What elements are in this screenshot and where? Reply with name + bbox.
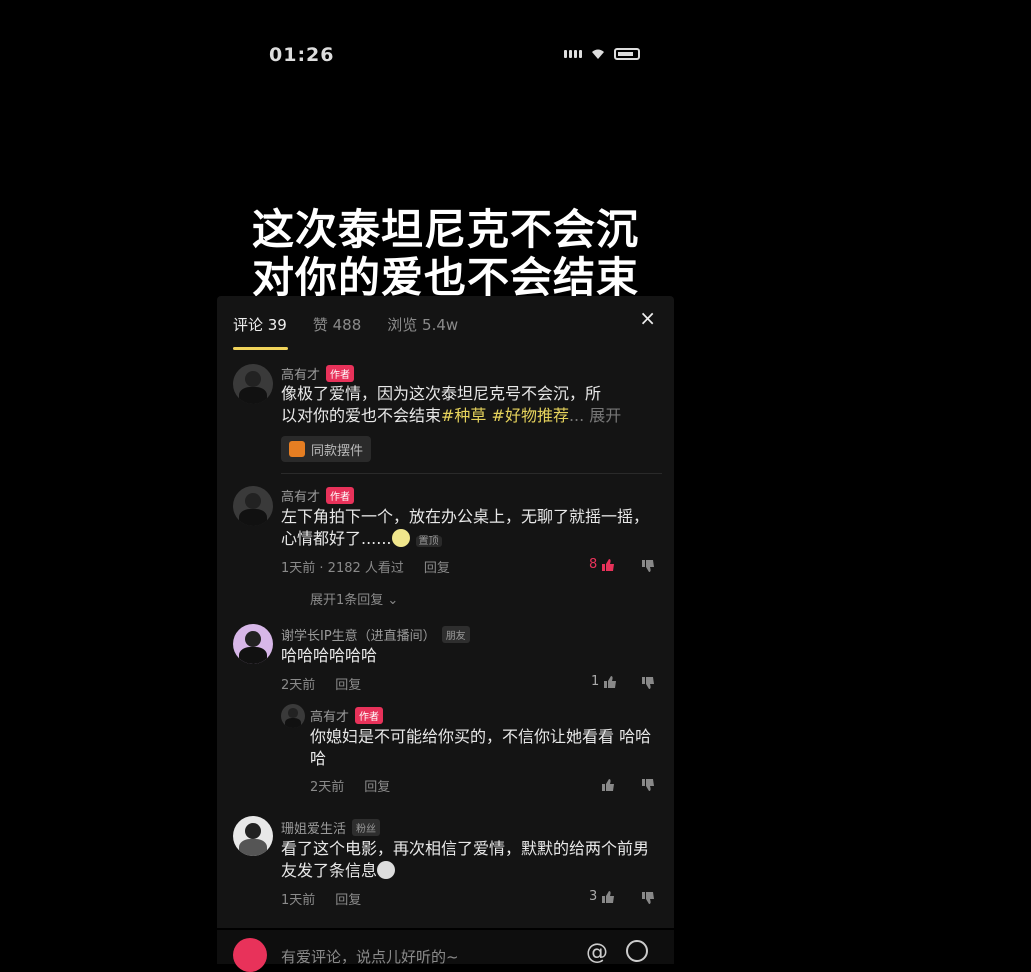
like-count: 3 — [589, 889, 598, 904]
author-name[interactable]: 珊姐爱生活 — [281, 822, 346, 837]
comment-time: 1天前 · 2182 人看过 — [281, 561, 404, 576]
avatar[interactable] — [233, 624, 273, 664]
like-count: 1 — [591, 674, 600, 689]
like-button[interactable]: 8 — [589, 557, 615, 572]
comment-author[interactable]: 珊姐爱生活 粉丝 — [281, 818, 381, 837]
avatar[interactable] — [233, 486, 273, 526]
active-tab-indicator — [233, 347, 288, 350]
battery-icon — [614, 48, 640, 60]
expand-link[interactable]: ... 展开 — [569, 406, 621, 425]
status-time: 01:26 — [269, 44, 335, 66]
video-comment-button[interactable] — [233, 938, 267, 972]
comment-meta: 1天前 回复 — [281, 889, 361, 908]
author-badge: 粉丝 — [352, 819, 381, 836]
product-chip-label: 同款摆件 — [311, 443, 364, 459]
reply-button[interactable]: 回复 — [335, 893, 361, 908]
pinned-tag: 置顶 — [415, 536, 442, 547]
thumbs-down-icon[interactable] — [641, 891, 655, 905]
avatar[interactable] — [233, 364, 273, 404]
author-badge: 作者 — [355, 707, 384, 724]
comment-line: 你媳妇是不可能给你买的，不信你让她看看 哈哈 — [310, 727, 652, 746]
comment-line: 像极了爱情，因为这次泰坦尼克号不会沉，所 — [281, 384, 602, 403]
thumbs-down-icon[interactable] — [641, 559, 655, 573]
author-badge: 朋友 — [441, 626, 470, 643]
emoji-icon[interactable] — [626, 940, 648, 962]
comment-line: 看了这个电影，再次相信了爱情，默默的给两个前男 — [281, 839, 650, 858]
divider — [281, 473, 662, 474]
like-count: 8 — [589, 557, 598, 572]
comment-time: 1天前 — [281, 893, 316, 908]
wifi-icon — [592, 49, 604, 59]
comment-meta: 1天前 · 2182 人看过 回复 — [281, 557, 450, 576]
comment-tabs: 评论 39 赞 488 浏览 5.4w — [233, 314, 458, 335]
comment-author[interactable]: 谢学长IP生意（进直播间） 朋友 — [281, 625, 470, 644]
comment-line: 以对你的爱也不会结束#种草 #好物推荐... 展开 — [281, 405, 621, 427]
thumbs-up-icon — [602, 558, 615, 571]
phone-screen: 01:26 这次泰坦尼克不会沉 对你的爱也不会结束 评论 39 赞 488 浏览… — [217, 0, 674, 972]
comment-line-text: 友发了条信息 — [281, 861, 378, 880]
expand-replies-label: 展开1条回复 — [310, 593, 384, 608]
product-chip[interactable]: 同款摆件 — [281, 436, 372, 462]
cat-emoji-icon — [377, 861, 396, 879]
thumbs-up-icon[interactable] — [601, 778, 615, 792]
comment-text: 看了这个电影，再次相信了爱情，默默的给两个前男 友发了条信息 — [281, 838, 649, 882]
comment-line-text: 以对你的爱也不会结束 — [281, 406, 442, 425]
comment-line: 友发了条信息 — [281, 860, 649, 882]
close-icon[interactable]: × — [639, 306, 656, 330]
avatar[interactable] — [233, 816, 273, 856]
thumbs-up-icon — [602, 890, 615, 903]
comment-meta: 2天前 回复 — [281, 674, 361, 693]
video-caption-line2: 对你的爱也不会结束 — [251, 253, 639, 302]
author-name[interactable]: 高有才 — [281, 490, 320, 505]
comment-input-bar: 有爱评论，说点儿好听的~ @ — [217, 930, 674, 972]
thumbs-down-icon[interactable] — [641, 778, 655, 792]
comment-time: 2天前 — [310, 780, 345, 795]
chevron-down-icon: ⌄ — [387, 593, 399, 608]
tab-comments[interactable]: 评论 39 — [233, 314, 287, 335]
comment-time: 2天前 — [281, 678, 316, 693]
shopping-cart-icon — [289, 441, 305, 457]
like-button[interactable]: 1 — [591, 674, 617, 689]
author-badge: 作者 — [326, 487, 355, 504]
comment-author[interactable]: 高有才 作者 — [310, 706, 384, 725]
comment-line: 左下角拍下一个，放在办公桌上，无聊了就摇一摇， — [281, 507, 650, 526]
author-name[interactable]: 高有才 — [310, 710, 349, 725]
avatar[interactable] — [281, 704, 305, 728]
comment-author[interactable]: 高有才 作者 — [281, 364, 355, 383]
comment-text: 哈哈哈哈哈哈 — [281, 646, 378, 665]
reply-button[interactable]: 回复 — [424, 561, 450, 576]
thumbs-up-icon — [604, 675, 617, 688]
reply-button[interactable]: 回复 — [364, 780, 390, 795]
author-name[interactable]: 谢学长IP生意（进直播间） — [281, 629, 436, 644]
comment-line: 心情都好了...... 置顶 — [281, 528, 649, 553]
comment-text: 左下角拍下一个，放在办公桌上，无聊了就摇一摇， 心情都好了...... 置顶 — [281, 506, 649, 553]
status-icons — [564, 48, 640, 60]
comment-text: 像极了爱情，因为这次泰坦尼克号不会沉，所 以对你的爱也不会结束#种草 #好物推荐… — [281, 383, 621, 427]
signal-icon — [564, 50, 582, 58]
like-button[interactable]: 3 — [589, 889, 615, 904]
comment-author[interactable]: 高有才 作者 — [281, 486, 355, 505]
comment-line-text: 心情都好了...... — [281, 529, 392, 548]
author-name[interactable]: 高有才 — [281, 368, 320, 383]
tab-likes[interactable]: 赞 488 — [313, 314, 361, 335]
smile-emoji-icon — [391, 529, 410, 547]
comment-text: 你媳妇是不可能给你买的，不信你让她看看 哈哈 哈 — [310, 726, 651, 770]
comment-meta: 2天前 回复 — [310, 776, 390, 795]
status-bar: 01:26 — [217, 40, 674, 70]
video-caption-line1: 这次泰坦尼克不会沉 — [251, 205, 639, 254]
comments-panel: 评论 39 赞 488 浏览 5.4w × 高有才 作者 像极了爱情，因为这次泰坦… — [217, 296, 674, 928]
reply-button[interactable]: 回复 — [335, 678, 361, 693]
at-mention-icon[interactable]: @ — [586, 940, 608, 965]
expand-replies-button[interactable]: 展开1条回复 ⌄ — [310, 589, 398, 608]
author-badge: 作者 — [326, 365, 355, 382]
tab-views[interactable]: 浏览 5.4w — [387, 314, 458, 335]
hashtag-link[interactable]: #好物推荐 — [492, 406, 569, 425]
comment-line: 哈 — [310, 749, 327, 768]
thumbs-down-icon[interactable] — [641, 676, 655, 690]
hashtag-link[interactable]: #种草 — [441, 406, 486, 425]
